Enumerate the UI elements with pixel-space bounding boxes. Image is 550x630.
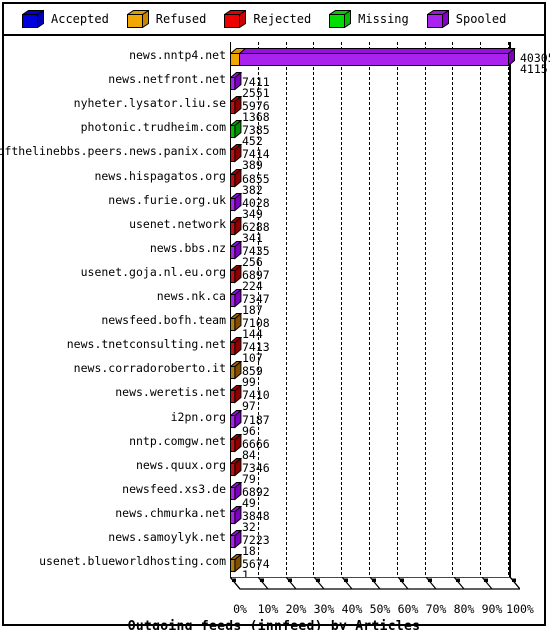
bar-rejected <box>229 216 243 236</box>
y-axis-label: news.tnetconsulting.net <box>66 337 226 352</box>
bar-value-bottom: 2551 <box>242 86 270 101</box>
bar-refused <box>229 553 243 573</box>
bar-rejected <box>229 167 243 188</box>
y-axis-label: news.nk.ca <box>156 289 226 303</box>
y-axis-label: usenet.goja.nl.eu.org <box>80 264 226 279</box>
bar-rejected <box>229 384 243 404</box>
y-axis-label: news.weretis.net <box>115 385 226 400</box>
bar-value-bottom: 1368 <box>242 110 270 125</box>
gridline <box>424 42 426 575</box>
bar-value-bottom: 452 <box>242 134 263 149</box>
y-axis-label: news.bbs.nz <box>149 240 226 255</box>
accepted-swatch-icon <box>20 9 46 29</box>
bar-refused <box>229 360 243 380</box>
bars-container: 4030508411574112551597613687385452741438… <box>229 42 550 581</box>
legend-label: Accepted <box>51 12 109 26</box>
bar-rejected <box>229 336 243 356</box>
bar-value-bottom: 84 <box>242 447 256 462</box>
gridline <box>313 42 315 575</box>
gridline <box>396 42 398 575</box>
bar-spooled <box>229 288 243 308</box>
y-axis-label: nyheter.lysator.liu.se <box>73 96 226 111</box>
bar-spooled <box>229 408 243 429</box>
y-axis-label: i2pn.org <box>170 409 226 424</box>
rejected-swatch-icon <box>223 9 248 29</box>
bar-spooled <box>229 481 243 501</box>
legend-rejected: Rejected <box>223 9 312 29</box>
bar-value-bottom: 97 <box>242 399 256 414</box>
bar-value-bottom: 224 <box>242 278 263 293</box>
y-axis-label: photonic.trudheim.com <box>80 120 226 135</box>
y-axis-label: nntp.comgw.net <box>129 433 226 448</box>
y-axis-label: endofthelinebbs.peers.news.panix.com <box>0 144 226 159</box>
gridline <box>285 42 287 575</box>
bar-spooled <box>229 47 516 67</box>
gridline <box>341 42 343 575</box>
bar-value-bottom: 18 <box>242 544 256 558</box>
bar-value-bottom: 256 <box>242 254 263 269</box>
bar-value-bottom: 4115 <box>520 62 548 76</box>
y-axis-label: newsfeed.bofh.team <box>101 313 226 328</box>
y-axis-label: news.samoylyk.net <box>108 530 226 544</box>
y-axis-label: news.hispagatos.org <box>94 168 226 183</box>
bar-value-bottom: 341 <box>242 230 263 245</box>
bar-value-bottom: 144 <box>242 327 263 342</box>
bar-value-bottom: 32 <box>242 519 256 534</box>
bar-rejected <box>229 95 243 115</box>
bar-rejected <box>229 264 243 284</box>
bar-missing <box>229 119 243 139</box>
legend-accepted: Accepted <box>20 9 109 29</box>
missing-swatch-icon <box>328 9 353 29</box>
bar-spooled <box>229 505 243 525</box>
bar-rejected <box>229 433 243 453</box>
legend-label: Refused <box>155 12 207 26</box>
plot-area: news.nntp4.net news.netfront.net nyheter.l… <box>0 36 550 630</box>
bar-spooled <box>229 192 243 212</box>
chart-title: Outgoing feeds (innfeed) by Articles <box>127 619 421 630</box>
gridline <box>369 42 370 575</box>
bar-spooled <box>229 529 243 549</box>
x-axis-tick-labels: 0% 10% 20% 30% 40% 50% 60% 70% 80% 90% 100% <box>4 602 544 618</box>
bar-refused <box>229 312 243 332</box>
y-axis-label: news.quux.org <box>135 457 226 472</box>
bar-spooled <box>229 240 243 260</box>
y-axis-label: news.furie.org.uk <box>108 192 226 207</box>
axis-base-svg <box>228 576 522 590</box>
bar-value-bottom: 187 <box>242 303 263 317</box>
y-axis-labels: news.nntp4.net news.netfront.net nyheter.l… <box>0 36 226 576</box>
chart-legend: Accepted Refused Rejected Missing Spooled <box>4 4 544 36</box>
spooled-swatch-icon <box>425 9 450 29</box>
axis-base-3d <box>228 576 522 599</box>
bar-value-bottom: 96 <box>242 423 256 438</box>
x-tick-label: 100% <box>506 602 534 616</box>
y-axis-label: newsfeed.xs3.de <box>122 481 226 496</box>
legend-spooled: Spooled <box>425 9 507 29</box>
legend-missing: Missing <box>328 9 409 29</box>
refused-swatch-icon <box>125 9 150 29</box>
bar-value-bottom: 99 <box>242 375 256 390</box>
y-axis-label: news.corradoroberto.it <box>73 361 226 376</box>
gridline <box>452 42 454 575</box>
bar-value-bottom: 349 <box>242 206 263 221</box>
bar-value-bottom: 389 <box>242 158 263 173</box>
y-axis-label: news.chmurka.net <box>115 505 226 520</box>
bar-value-bottom: 382 <box>242 182 263 197</box>
y-axis-label: usenet.blueworldhosting.com <box>39 554 226 569</box>
chart-screenshot: Accepted Refused Rejected Missing Spooled ne… <box>0 0 550 630</box>
bar-value-bottom: 79 <box>242 471 256 486</box>
bar-value-bottom: 49 <box>242 495 256 510</box>
bar-value-bottom: 107 <box>242 351 263 366</box>
bar-spooled <box>229 71 243 91</box>
y-axis-label: news.nntp4.net <box>129 48 226 62</box>
y-axis-label: usenet.network <box>129 216 226 231</box>
y-axis-label: news.netfront.net <box>108 72 226 87</box>
bar-rejected <box>229 143 243 163</box>
bar-rejected <box>229 457 243 477</box>
legend-refused: Refused <box>125 9 207 29</box>
legend-label: Rejected <box>253 12 312 26</box>
legend-label: Missing <box>358 12 409 26</box>
legend-label: Spooled <box>455 12 507 26</box>
gridline <box>508 42 509 575</box>
gridline <box>480 42 482 575</box>
